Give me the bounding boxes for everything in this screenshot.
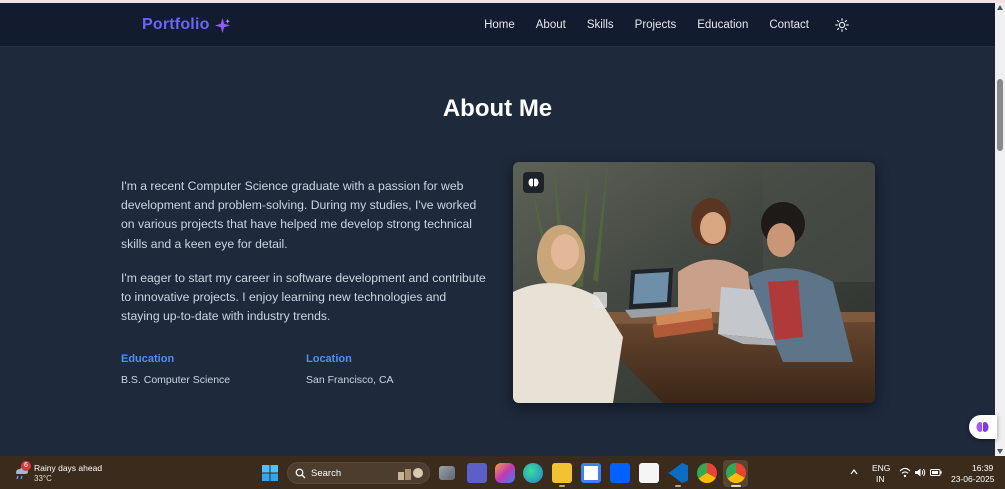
chrome-active-icon[interactable] bbox=[726, 463, 746, 483]
vscode-icon[interactable] bbox=[668, 463, 688, 483]
brain-icon bbox=[976, 422, 989, 432]
volume-icon[interactable] bbox=[914, 467, 926, 478]
nav-link-about[interactable]: About bbox=[536, 19, 566, 31]
chrome-active-indicator bbox=[731, 485, 741, 487]
weather-temp: 33°C bbox=[34, 474, 52, 483]
copilot-icon[interactable] bbox=[495, 463, 515, 483]
location-label: Location bbox=[306, 353, 352, 365]
chrome-icon[interactable] bbox=[697, 463, 717, 483]
language-indicator[interactable]: ENG bbox=[872, 463, 890, 473]
clock-date: 23-06-2025 bbox=[951, 474, 995, 484]
windows-logo-icon[interactable] bbox=[262, 465, 278, 481]
battery-icon[interactable] bbox=[930, 467, 942, 478]
photo-badge[interactable] bbox=[523, 172, 544, 193]
search-placeholder: Search bbox=[311, 468, 342, 479]
amazon-icon[interactable] bbox=[639, 463, 659, 483]
nav-links: Home About Skills Projects Education Con… bbox=[463, 3, 809, 47]
scrollbar-thumb[interactable] bbox=[997, 79, 1003, 151]
nav-link-education[interactable]: Education bbox=[697, 19, 748, 31]
dropbox-icon[interactable] bbox=[610, 463, 630, 483]
nav-link-home[interactable]: Home bbox=[484, 19, 515, 31]
weather-title[interactable]: Rainy days ahead bbox=[34, 463, 102, 473]
scroll-down-icon[interactable] bbox=[997, 449, 1003, 454]
taskbar: 6 Rainy days ahead 33°C Search ENG IN 16… bbox=[0, 456, 1005, 489]
location-value: San Francisco, CA bbox=[306, 374, 394, 386]
nav-link-contact[interactable]: Contact bbox=[769, 19, 809, 31]
section-title: About Me bbox=[442, 95, 553, 122]
scroll-up-icon[interactable] bbox=[997, 5, 1003, 10]
photo-illustration bbox=[513, 162, 875, 403]
navbar: Portfolio Home About Skills Projects Edu… bbox=[0, 3, 995, 47]
sun-icon[interactable] bbox=[835, 18, 849, 32]
wifi-icon[interactable] bbox=[899, 467, 911, 478]
sparkle-icon bbox=[214, 17, 231, 34]
nav-link-projects[interactable]: Projects bbox=[635, 19, 677, 31]
about-paragraph-2: I'm eager to start my career in software… bbox=[121, 271, 486, 324]
about-paragraph-1: I'm a recent Computer Science graduate w… bbox=[121, 179, 477, 251]
weather-badge: 6 bbox=[21, 461, 31, 471]
file-explorer-indicator bbox=[559, 485, 565, 487]
brain-icon bbox=[528, 178, 539, 187]
vscode-indicator bbox=[675, 485, 681, 487]
chevron-up-icon[interactable] bbox=[850, 468, 858, 476]
logo[interactable]: Portfolio bbox=[142, 16, 210, 34]
clock-time[interactable]: 16:39 bbox=[972, 463, 993, 473]
education-value: B.S. Computer Science bbox=[121, 374, 231, 386]
floating-assistant-button[interactable] bbox=[969, 415, 997, 439]
page-scrollbar[interactable] bbox=[995, 3, 1005, 456]
task-view-icon[interactable] bbox=[439, 466, 455, 480]
edge-icon[interactable] bbox=[523, 463, 543, 483]
education-label: Education bbox=[121, 353, 175, 365]
search-icon bbox=[295, 468, 306, 479]
teams-icon[interactable] bbox=[467, 463, 487, 483]
about-photo bbox=[513, 162, 875, 403]
search-highlight-icon bbox=[398, 468, 423, 480]
nav-link-skills[interactable]: Skills bbox=[587, 19, 614, 31]
store-icon[interactable] bbox=[581, 463, 601, 483]
region-indicator: IN bbox=[876, 474, 885, 484]
taskbar-search[interactable]: Search bbox=[287, 462, 430, 484]
file-explorer-icon[interactable] bbox=[552, 463, 572, 483]
